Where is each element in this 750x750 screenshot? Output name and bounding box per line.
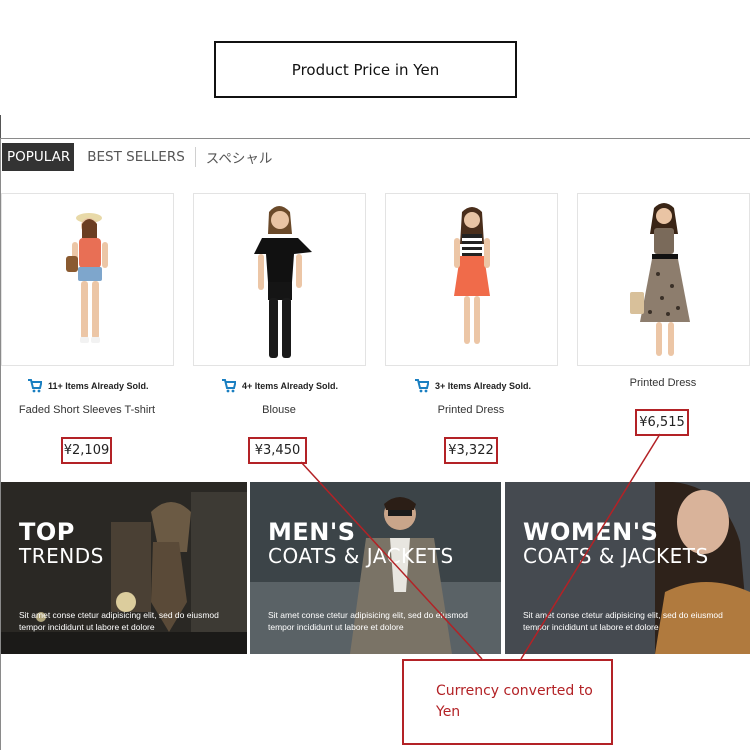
price-1: ¥2,109 [61,437,112,464]
cart-icon [28,379,42,393]
banner-top-trends[interactable]: TOP TRENDS Sit amet conse ctetur adipisi… [1,482,247,654]
product-image-2[interactable] [193,193,366,366]
callout-currency-line2: Yen [436,704,461,720]
cart-icon [415,379,429,393]
banner-mens-subtitle: COATS & JACKETS [268,544,454,568]
banner-womens-title: WOMEN'S [523,518,659,546]
model-figure-4 [630,203,690,356]
banner-top-trends-text: Sit amet conse ctetur adipisicing elit, … [19,610,219,632]
tab-special[interactable]: スペシャル [196,143,283,171]
banner-womens-coats[interactable]: WOMEN'S COATS & JACKETS Sit amet conse c… [505,482,750,654]
banner-top-trends-subtitle: TRENDS [19,544,104,568]
model-figure-1 [66,213,108,343]
product-name-2[interactable]: Blouse [179,404,379,416]
price-2: ¥3,450 [248,437,307,464]
product-tabs: POPULAR BEST SELLERS スペシャル [2,142,282,171]
product-image-4[interactable] [577,193,750,366]
price-4: ¥6,515 [635,409,689,436]
sold-count-1: 11+ Items Already Sold. [28,378,148,394]
product-name-4[interactable]: Printed Dress [563,377,750,389]
product-name-3[interactable]: Printed Dress [371,404,571,416]
banner-top-trends-title: TOP [19,518,75,546]
frame-edge-tick [0,115,1,139]
callout-product-price: Product Price in Yen [214,41,517,98]
product-image-3[interactable] [385,193,558,366]
banner-mens-title: MEN'S [268,518,356,546]
product-image-1[interactable] [1,193,174,366]
cart-icon [222,379,236,393]
callout-currency-converted: Currency converted to Yen [402,659,613,745]
sold-count-3: 3+ Items Already Sold. [415,378,531,394]
callout-currency-line1: Currency converted to [436,683,593,699]
banner-mens-coats[interactable]: MEN'S COATS & JACKETS Sit amet conse cte… [250,482,501,654]
tab-popular[interactable]: POPULAR [2,142,75,171]
callout-product-price-text: Product Price in Yen [291,60,440,79]
model-figure-3 [454,207,490,344]
price-3: ¥3,322 [444,437,498,464]
model-figure-2 [254,206,312,358]
product-name-1[interactable]: Faded Short Sleeves T-shirt [0,404,187,416]
sold-count-2: 4+ Items Already Sold. [222,378,338,394]
tab-best-sellers[interactable]: BEST SELLERS [74,143,195,171]
banner-mens-text: Sit amet conse ctetur adipisicing elit, … [268,610,468,632]
banner-womens-text: Sit amet conse ctetur adipisicing elit, … [523,610,723,632]
banner-womens-subtitle: COATS & JACKETS [523,544,709,568]
